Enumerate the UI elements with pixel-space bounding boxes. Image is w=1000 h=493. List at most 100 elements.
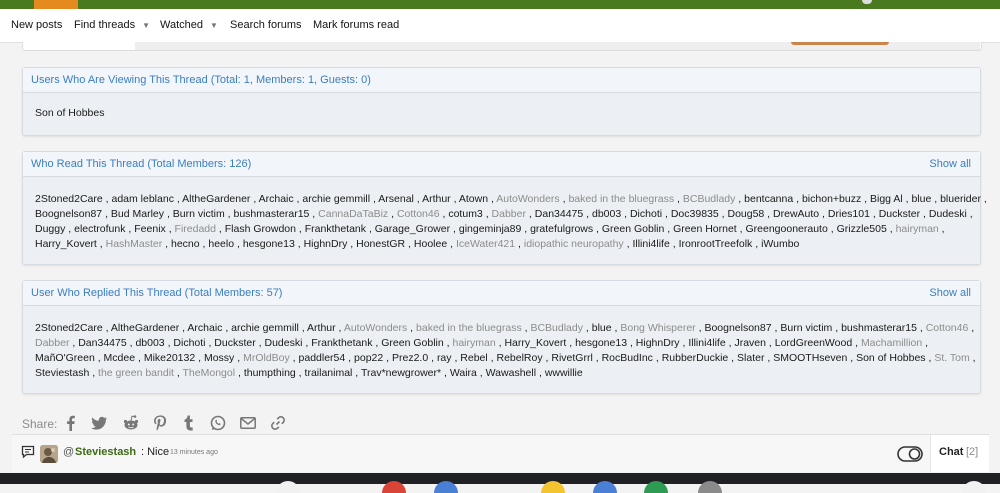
- member-link[interactable]: Dichoti: [173, 337, 205, 349]
- nav-new-posts[interactable]: New posts: [11, 19, 62, 31]
- nav-find-threads[interactable]: Find threads ▼: [74, 19, 150, 31]
- member-link[interactable]: Dichoti: [630, 208, 662, 220]
- member-link[interactable]: blue: [592, 322, 612, 334]
- member-link[interactable]: Cotton46: [926, 322, 969, 334]
- member-link[interactable]: St. Tom: [934, 352, 969, 364]
- member-link[interactable]: Dan34475: [535, 208, 583, 220]
- read-users-title[interactable]: Who Read This Thread (Total Members: 126…: [31, 158, 251, 170]
- member-link[interactable]: Dudeski: [265, 337, 303, 349]
- chat-panel-toggle[interactable]: Chat [2]: [930, 435, 989, 472]
- member-link[interactable]: hesgone13: [575, 337, 627, 349]
- member-link[interactable]: trailanimal: [305, 367, 353, 379]
- member-link[interactable]: Harry_Kovert: [504, 337, 566, 349]
- member-link[interactable]: Arsenal: [378, 193, 414, 205]
- member-link[interactable]: Burn victim: [173, 208, 225, 220]
- member-link[interactable]: Son of Hobbes: [856, 352, 925, 364]
- member-link[interactable]: Doc39835: [671, 208, 719, 220]
- member-link[interactable]: Dabber: [492, 208, 526, 220]
- member-link[interactable]: Slater: [737, 352, 764, 364]
- member-link[interactable]: Frankthetank: [311, 337, 372, 349]
- member-link[interactable]: Illini4life: [632, 238, 669, 250]
- member-link[interactable]: HashMaster: [106, 238, 163, 250]
- member-link[interactable]: BCBudlady: [530, 322, 583, 334]
- member-link[interactable]: hesgone13: [243, 238, 295, 250]
- replied-users-title[interactable]: User Who Replied This Thread (Total Memb…: [31, 287, 282, 299]
- member-link[interactable]: HonestGR: [356, 238, 405, 250]
- member-link[interactable]: bichon+buzz: [802, 193, 861, 205]
- member-link[interactable]: thumpthing: [244, 367, 296, 379]
- member-link[interactable]: Rebel: [460, 352, 487, 364]
- nav-search-forums[interactable]: Search forums: [230, 19, 302, 31]
- member-link[interactable]: Atown: [459, 193, 488, 205]
- member-link[interactable]: Doug58: [727, 208, 764, 220]
- member-link[interactable]: Feenix: [134, 223, 166, 235]
- member-link[interactable]: archie gemmill: [231, 322, 299, 334]
- member-link[interactable]: baked in the bluegrass: [416, 322, 522, 334]
- member-link[interactable]: blue: [911, 193, 931, 205]
- member-link[interactable]: Mike20132: [144, 352, 195, 364]
- member-link[interactable]: Duckster: [879, 208, 920, 220]
- member-link[interactable]: Dabber: [35, 337, 69, 349]
- chat-username[interactable]: Steviestash: [75, 446, 136, 458]
- member-link[interactable]: Son of Hobbes: [35, 107, 104, 119]
- member-link[interactable]: RocBudInc: [602, 352, 653, 364]
- member-link[interactable]: Mossy: [204, 352, 234, 364]
- member-link[interactable]: Harry_Kovert: [35, 238, 97, 250]
- member-link[interactable]: HighnDry: [636, 337, 680, 349]
- member-link[interactable]: AutoWonders: [496, 193, 559, 205]
- member-link[interactable]: Dries101: [828, 208, 870, 220]
- member-link[interactable]: LordGreenWood: [775, 337, 852, 349]
- member-link[interactable]: Machamillion: [861, 337, 922, 349]
- member-link[interactable]: Dan34475: [78, 337, 126, 349]
- member-link[interactable]: bentcanna: [744, 193, 793, 205]
- member-link[interactable]: cotum3: [448, 208, 482, 220]
- member-link[interactable]: gingeminja89: [459, 223, 521, 235]
- member-link[interactable]: Dudeski: [929, 208, 967, 220]
- member-link[interactable]: Arthur: [422, 193, 451, 205]
- avatar[interactable]: [40, 445, 58, 463]
- member-link[interactable]: bluerider: [940, 193, 981, 205]
- member-link[interactable]: hecno: [171, 238, 200, 250]
- member-link[interactable]: Steviestash: [35, 367, 89, 379]
- member-link[interactable]: AltheGardener: [111, 322, 179, 334]
- member-link[interactable]: Green Hornet: [673, 223, 737, 235]
- member-link[interactable]: Firedadd: [175, 223, 216, 235]
- nav-watched[interactable]: Watched ▼: [160, 19, 218, 31]
- member-link[interactable]: bushmasterar15: [234, 208, 310, 220]
- member-link[interactable]: archie gemmill: [302, 193, 370, 205]
- member-link[interactable]: Duckster: [214, 337, 255, 349]
- member-link[interactable]: Archaic: [259, 193, 294, 205]
- member-link[interactable]: Waira: [450, 367, 477, 379]
- member-link[interactable]: Jraven: [734, 337, 766, 349]
- member-link[interactable]: Boognelson87: [35, 208, 102, 220]
- member-link[interactable]: Green Goblin: [602, 223, 664, 235]
- member-link[interactable]: Arthur: [307, 322, 336, 334]
- member-link[interactable]: the green bandit: [98, 367, 174, 379]
- member-link[interactable]: Greengoonerauto: [746, 223, 828, 235]
- member-link[interactable]: IceWater421: [456, 238, 515, 250]
- member-link[interactable]: hairyman: [452, 337, 495, 349]
- member-link[interactable]: wwwillie: [545, 367, 583, 379]
- member-link[interactable]: 2Stoned2Care: [35, 322, 103, 334]
- member-link[interactable]: MañO'Green: [35, 352, 95, 364]
- member-link[interactable]: Frankthetank: [305, 223, 366, 235]
- member-link[interactable]: db003: [592, 208, 621, 220]
- member-link[interactable]: MrOldBoy: [243, 352, 290, 364]
- member-link[interactable]: CannaDaTaBiz: [318, 208, 388, 220]
- member-link[interactable]: Archaic: [187, 322, 222, 334]
- member-link[interactable]: adam leblanc: [111, 193, 173, 205]
- member-link[interactable]: RubberDuckie: [662, 352, 729, 364]
- member-link[interactable]: heelo: [208, 238, 234, 250]
- member-link[interactable]: Garage_Grower: [375, 223, 450, 235]
- member-link[interactable]: db003: [135, 337, 164, 349]
- member-link[interactable]: Prez2.0: [392, 352, 428, 364]
- member-link[interactable]: TheMongol: [183, 367, 236, 379]
- member-link[interactable]: bushmasterar15: [841, 322, 917, 334]
- toggle-icon[interactable]: [897, 446, 923, 465]
- member-link[interactable]: Bud Marley: [111, 208, 164, 220]
- member-link[interactable]: DrewAuto: [773, 208, 819, 220]
- pinterest-icon[interactable]: [151, 414, 169, 432]
- member-link[interactable]: iWumbo: [761, 238, 799, 250]
- member-link[interactable]: Illini4life: [688, 337, 725, 349]
- post-reply-button-edge[interactable]: [791, 42, 889, 45]
